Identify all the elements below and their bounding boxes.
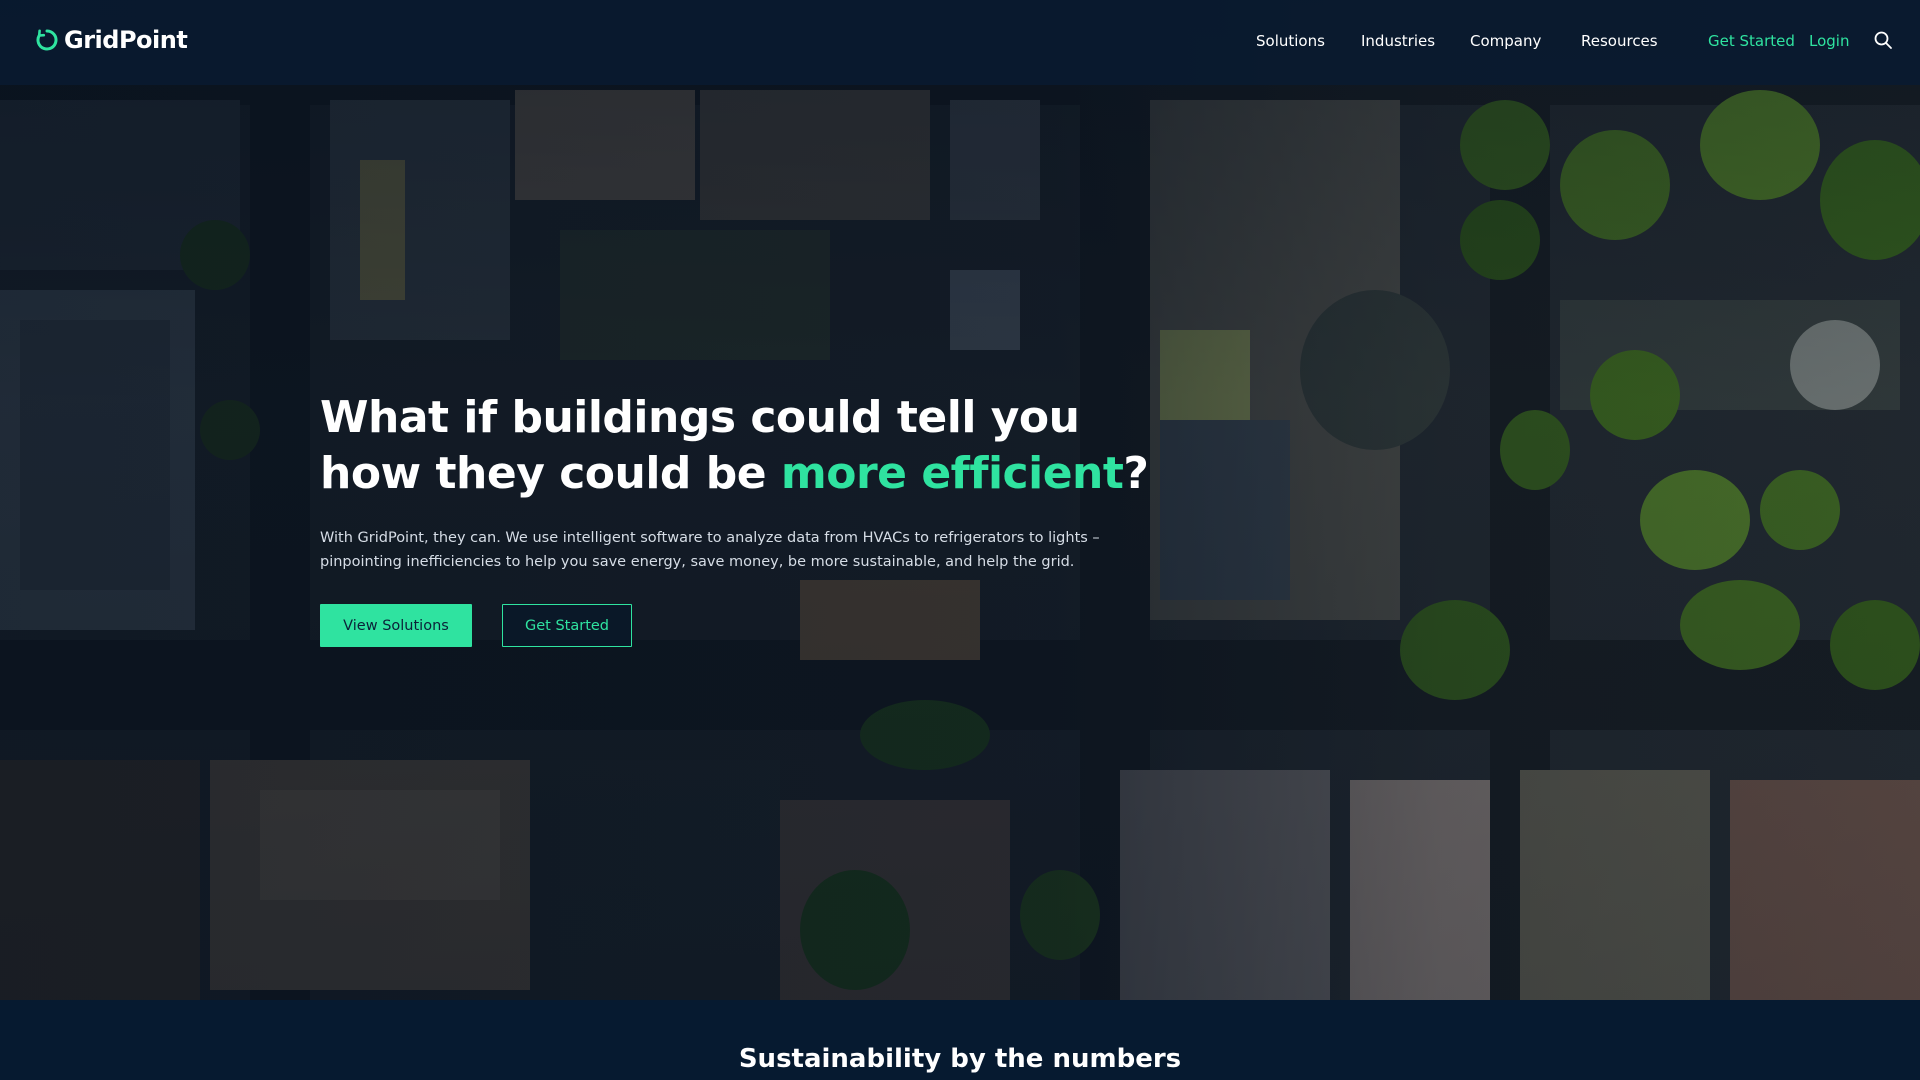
- nav-company[interactable]: Company: [1470, 32, 1541, 50]
- nav-solutions[interactable]: Solutions: [1256, 32, 1325, 50]
- sustainability-section: Sustainability by the numbers: [0, 1000, 1920, 1080]
- logo-text: GridPoint: [64, 26, 188, 54]
- nav-get-started-link[interactable]: Get Started: [1708, 32, 1795, 50]
- hero-content: What if buildings could tell you how the…: [320, 390, 1180, 647]
- headline-end: ?: [1123, 448, 1149, 499]
- hero-description: With GridPoint, they can. We use intelli…: [320, 530, 1100, 570]
- search-icon[interactable]: [1873, 30, 1893, 50]
- top-navigation: GridPoint Solutions Industries Company R…: [0, 0, 1920, 85]
- view-solutions-button[interactable]: View Solutions: [320, 604, 472, 647]
- gridpoint-logo-icon: [36, 29, 58, 51]
- nav-industries[interactable]: Industries: [1361, 32, 1435, 50]
- gridpoint-logo[interactable]: GridPoint: [36, 26, 188, 54]
- nav-resources[interactable]: Resources: [1581, 32, 1658, 50]
- nav-login-link[interactable]: Login: [1809, 32, 1849, 50]
- hero-buttons: View Solutions Get Started: [320, 604, 1180, 647]
- section-title: Sustainability by the numbers: [738, 1044, 1182, 1074]
- hero-headline: What if buildings could tell you how the…: [320, 390, 1180, 502]
- headline-accent: more efficient: [780, 448, 1124, 499]
- get-started-button[interactable]: Get Started: [502, 604, 632, 647]
- page: GridPoint Solutions Industries Company R…: [0, 0, 1920, 1080]
